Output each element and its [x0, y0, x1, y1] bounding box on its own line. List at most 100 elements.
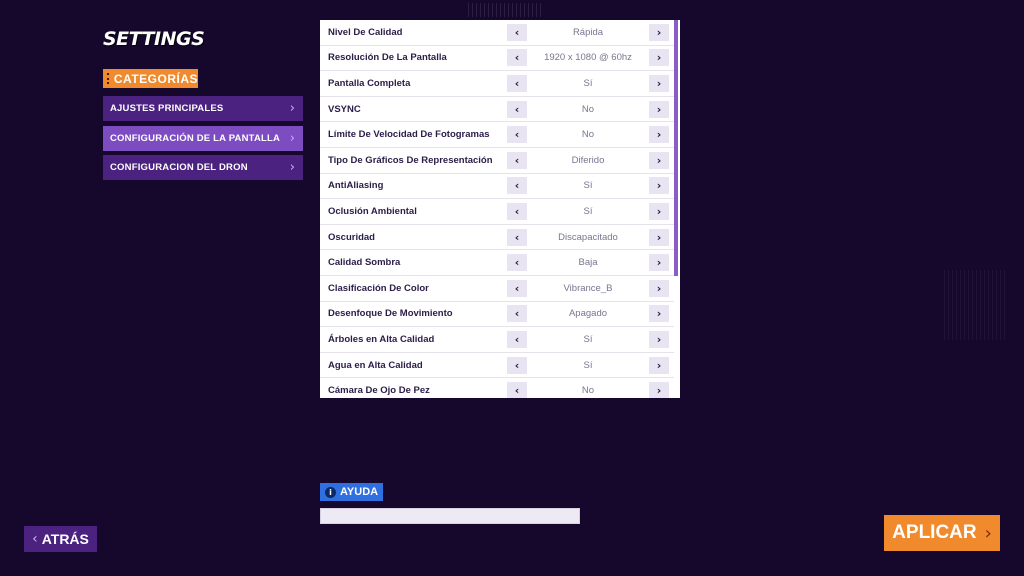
setting-value: Sí	[583, 205, 593, 217]
back-button-label: ATRÁS	[41, 531, 89, 547]
setting-prev-button[interactable]: ‹	[507, 279, 527, 297]
category-item[interactable]: CONFIGURACIÓN DE LA PANTALLA ›	[103, 126, 303, 151]
chevron-right-icon: ›	[984, 522, 992, 544]
help-description-box	[320, 508, 580, 524]
background-decoration	[468, 3, 544, 17]
setting-prev-button[interactable]: ‹	[507, 126, 527, 144]
category-item-label: AJUSTES PRINCIPALES	[110, 103, 224, 114]
setting-value: Discapacitado	[558, 231, 618, 243]
setting-row: Calidad Sombra ‹ Baja ›	[320, 250, 674, 276]
setting-value: Vibrance_B	[563, 282, 613, 294]
setting-prev-button[interactable]: ‹	[507, 228, 527, 246]
setting-name: Desenfoque De Movimiento	[328, 308, 453, 320]
category-item[interactable]: CONFIGURACION DEL DRON ›	[103, 155, 303, 180]
apply-button-label: APLICAR	[892, 522, 977, 543]
info-icon: i	[325, 486, 336, 498]
background-decoration	[944, 270, 1006, 340]
setting-name: Cámara De Ojo De Pez	[328, 385, 430, 397]
setting-prev-button[interactable]: ‹	[507, 23, 527, 41]
setting-name: Pantalla Completa	[328, 77, 411, 89]
setting-next-button[interactable]: ›	[649, 279, 669, 297]
setting-name: VSYNC	[328, 103, 361, 115]
chevron-left-icon: ‹	[32, 531, 38, 547]
help-label: AYUDA	[340, 486, 379, 498]
setting-row: Resolución De La Pantalla ‹ 1920 x 1080 @ …	[320, 46, 674, 72]
setting-name: Árboles en Alta Calidad	[328, 333, 435, 345]
categories-badge: CATEGORÍAS	[103, 69, 198, 88]
setting-row: Oclusión Ambiental ‹ Sí ›	[320, 199, 674, 225]
setting-name: AntiAliasing	[328, 180, 384, 192]
setting-value: No	[581, 129, 595, 141]
settings-panel: Nivel De Calidad ‹ Rápida › Resolución De La…	[320, 20, 680, 398]
setting-next-button[interactable]: ›	[649, 74, 669, 92]
setting-next-button[interactable]: ›	[649, 254, 669, 272]
setting-value: Rápida	[572, 26, 604, 38]
setting-name: Tipo De Gráficos De Representación	[328, 154, 493, 166]
setting-name: Calidad Sombra	[328, 257, 401, 269]
setting-next-button[interactable]: ›	[649, 126, 669, 144]
setting-value: No	[581, 385, 595, 397]
setting-value: Sí	[583, 77, 593, 89]
apply-button[interactable]: APLICAR ›	[884, 515, 1000, 551]
setting-prev-button[interactable]: ‹	[507, 356, 527, 374]
setting-value: Sí	[583, 333, 593, 345]
setting-next-button[interactable]: ›	[649, 382, 669, 398]
scrollbar[interactable]	[674, 20, 678, 398]
setting-next-button[interactable]: ›	[649, 356, 669, 374]
setting-row: Desenfoque De Movimiento ‹ Apagado ›	[320, 302, 674, 328]
setting-next-button[interactable]: ›	[649, 151, 669, 169]
setting-prev-button[interactable]: ‹	[507, 202, 527, 220]
setting-prev-button[interactable]: ‹	[507, 305, 527, 323]
setting-prev-button[interactable]: ‹	[507, 49, 527, 67]
setting-name: Agua en Alta Calidad	[328, 359, 423, 371]
setting-prev-button[interactable]: ‹	[507, 74, 527, 92]
setting-next-button[interactable]: ›	[649, 228, 669, 246]
scrollbar-thumb[interactable]	[674, 20, 678, 276]
category-item-label: CONFIGURACIÓN DE LA PANTALLA	[110, 133, 281, 144]
chevron-right-icon: ›	[289, 101, 295, 116]
setting-row: Tipo De Gráficos De Representación ‹ Difer…	[320, 148, 674, 174]
setting-next-button[interactable]: ›	[649, 177, 669, 195]
setting-prev-button[interactable]: ‹	[507, 254, 527, 272]
setting-row: Oscuridad ‹ Discapacitado ›	[320, 225, 674, 251]
setting-prev-button[interactable]: ‹	[507, 177, 527, 195]
setting-prev-button[interactable]: ‹	[507, 330, 527, 348]
setting-value: Sí	[583, 359, 593, 371]
setting-name: Límite De Velocidad De Fotogramas	[328, 129, 490, 141]
setting-prev-button[interactable]: ‹	[507, 100, 527, 118]
setting-name: Oclusión Ambiental	[328, 205, 417, 217]
categories-badge-label: CATEGORÍAS	[113, 71, 198, 86]
setting-row: Clasificación De Color ‹ Vibrance_B ›	[320, 276, 674, 302]
setting-row: Nivel De Calidad ‹ Rápida ›	[320, 20, 674, 46]
list-icon	[107, 73, 109, 84]
setting-row: Límite De Velocidad De Fotogramas ‹ No ›	[320, 122, 674, 148]
setting-row: Agua en Alta Calidad ‹ Sí ›	[320, 353, 674, 379]
setting-next-button[interactable]: ›	[649, 100, 669, 118]
back-button[interactable]: ‹ ATRÁS	[24, 526, 97, 552]
setting-name: Clasificación De Color	[328, 282, 429, 294]
category-item[interactable]: AJUSTES PRINCIPALES ›	[103, 96, 303, 121]
setting-row: AntiAliasing ‹ Sí ›	[320, 174, 674, 200]
setting-name: Nivel De Calidad	[328, 26, 403, 38]
setting-prev-button[interactable]: ‹	[507, 382, 527, 398]
setting-row: Pantalla Completa ‹ Sí ›	[320, 71, 674, 97]
chevron-right-icon: ›	[289, 131, 295, 146]
setting-next-button[interactable]: ›	[649, 305, 669, 323]
setting-prev-button[interactable]: ‹	[507, 151, 527, 169]
setting-next-button[interactable]: ›	[649, 202, 669, 220]
setting-name: Oscuridad	[328, 231, 375, 243]
setting-value: Sí	[583, 180, 593, 192]
setting-row: Árboles en Alta Calidad ‹ Sí ›	[320, 327, 674, 353]
setting-next-button[interactable]: ›	[649, 23, 669, 41]
settings-list: Nivel De Calidad ‹ Rápida › Resolución De La…	[320, 20, 674, 398]
setting-name: Resolución De La Pantalla	[328, 52, 447, 64]
setting-row: VSYNC ‹ No ›	[320, 97, 674, 123]
setting-value: Apagado	[568, 308, 608, 320]
setting-next-button[interactable]: ›	[649, 49, 669, 67]
setting-row: Cámara De Ojo De Pez ‹ No ›	[320, 378, 674, 398]
category-item-label: CONFIGURACION DEL DRON	[110, 162, 248, 173]
setting-value: Diferido	[571, 154, 605, 166]
chevron-right-icon: ›	[289, 160, 295, 175]
setting-next-button[interactable]: ›	[649, 330, 669, 348]
page-title: SETTINGS	[103, 28, 205, 50]
